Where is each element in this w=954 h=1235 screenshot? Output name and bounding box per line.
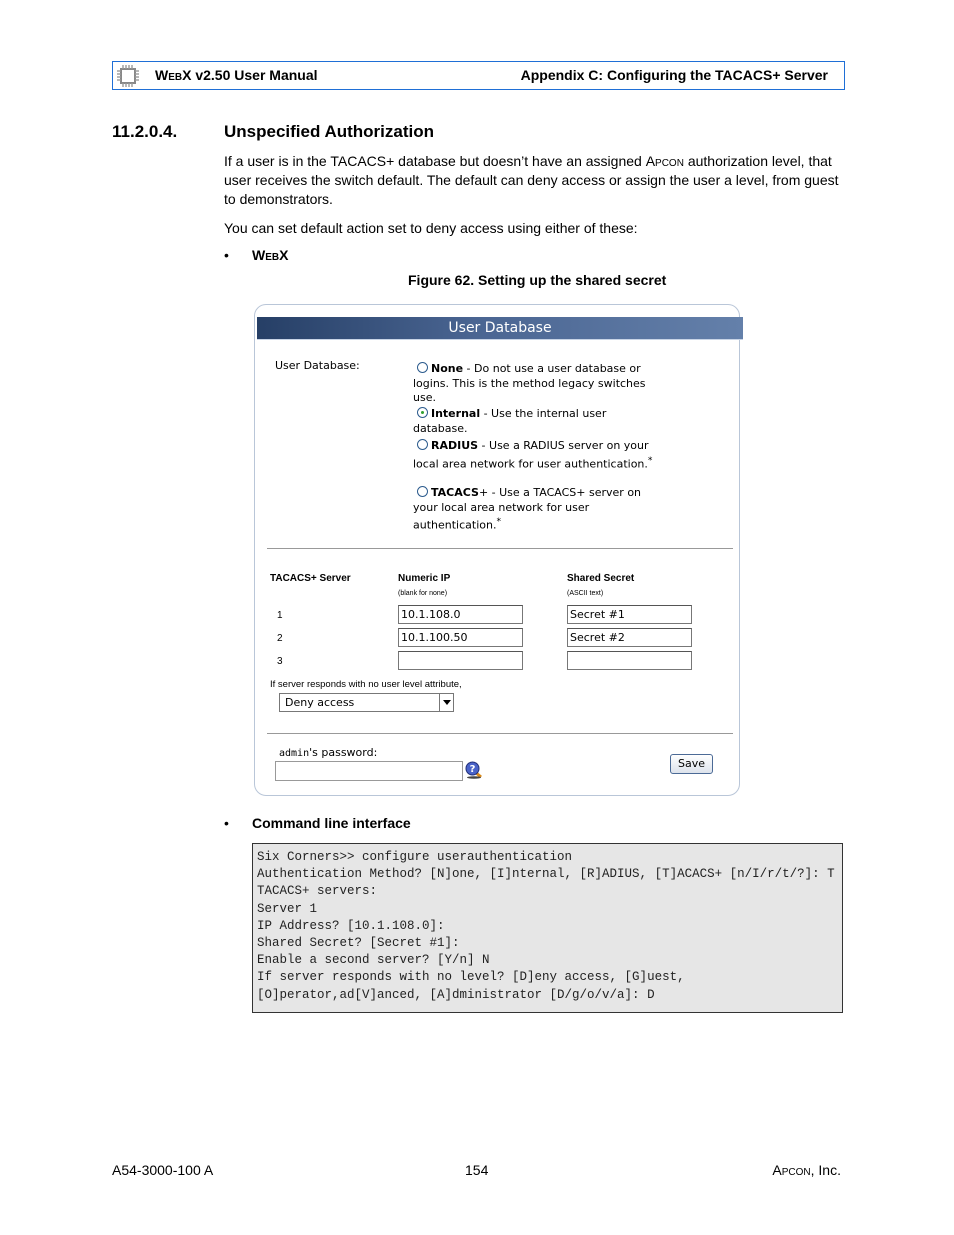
- option-radius[interactable]: RADIUS - Use a RADIUS server on your loc…: [413, 439, 653, 472]
- panel-title: User Database: [257, 317, 743, 340]
- admin-password-label: admin's password:: [279, 746, 378, 759]
- section-number: 11.2.0.4.: [112, 122, 178, 141]
- chevron-down-icon[interactable]: [439, 694, 453, 711]
- figure-caption: Figure 62. Setting up the shared secret: [408, 272, 667, 288]
- cli-line: Shared Secret? [Secret #1]:: [257, 936, 460, 951]
- col-hint-ip: (blank for none): [398, 590, 448, 597]
- cli-line: Enable a second server? [Y/n] N: [257, 953, 490, 968]
- admin-password-input[interactable]: [275, 761, 463, 781]
- company-name: Apcon, Inc.: [772, 1162, 841, 1178]
- doc-number: A54-3000-100 A: [112, 1162, 214, 1178]
- secret-field-3[interactable]: [567, 651, 692, 670]
- cli-line: Server 1: [257, 901, 318, 916]
- option-none[interactable]: None - Do not use a user database or log…: [413, 362, 653, 406]
- secret-field-1[interactable]: Secret #1: [567, 605, 692, 624]
- cli-output-block: Six Corners>> configure userauthenticati…: [252, 843, 843, 1013]
- server-row-number: 2: [277, 633, 283, 644]
- ip-field-2[interactable]: 10.1.100.50: [398, 628, 523, 647]
- user-database-panel: User Database User Database: None - Do n…: [254, 304, 743, 796]
- server-row-number: 3: [277, 656, 283, 667]
- bullet-marker: •: [224, 247, 229, 263]
- secret-field-2[interactable]: Secret #2: [567, 628, 692, 647]
- col-hint-secret: (ASCII text): [567, 590, 604, 597]
- ip-field-3[interactable]: [398, 651, 523, 670]
- manual-title: WebX v2.50 User Manual: [155, 67, 318, 83]
- save-button[interactable]: Save: [670, 754, 713, 774]
- page-header: WebX v2.50 User Manual Appendix C: Confi…: [112, 61, 845, 90]
- user-database-label: User Database:: [275, 359, 360, 372]
- cli-line: IP Address? [10.1.108.0]:: [257, 918, 445, 933]
- radio-internal[interactable]: [417, 407, 428, 418]
- radio-none[interactable]: [417, 362, 428, 373]
- cli-line: If server responds with no level? [D]eny…: [257, 970, 685, 985]
- chapter-title: Appendix C: Configuring the TACACS+ Serv…: [520, 67, 828, 83]
- bullet-webx: WebX: [252, 247, 289, 263]
- no-level-label: If server responds with no user level at…: [270, 679, 462, 690]
- section-title: Unspecified Authorization: [224, 122, 434, 141]
- col-header-ip: Numeric IP: [398, 573, 451, 584]
- option-tacacs[interactable]: TACACS+ - Use a TACACS+ server on your l…: [413, 486, 653, 533]
- cli-line: Authentication Method? [N]one, [I]nterna…: [257, 867, 835, 882]
- divider: [267, 548, 733, 549]
- help-magnifier-icon[interactable]: ?: [465, 761, 483, 779]
- option-internal[interactable]: Internal - Use the internal user databas…: [413, 407, 653, 436]
- cli-line: [O]perator,ad[V]anced, [A]dministrator […: [257, 987, 655, 1002]
- paragraph-options: You can set default action set to deny a…: [224, 220, 638, 236]
- cli-line: Six Corners>> configure userauthenticati…: [257, 850, 573, 864]
- col-header-secret: Shared Secret: [567, 573, 635, 584]
- col-header-server: TACACS+ Server: [270, 573, 351, 584]
- bullet-marker: •: [224, 815, 229, 831]
- radio-tacacs[interactable]: [417, 486, 428, 497]
- bullet-cli: Command line interface: [252, 815, 411, 831]
- chip-icon: [117, 65, 139, 87]
- svg-text:?: ?: [470, 764, 476, 775]
- radio-radius[interactable]: [417, 439, 428, 450]
- cli-line: TACACS+ servers:: [257, 884, 378, 899]
- divider: [267, 733, 733, 734]
- ip-field-1[interactable]: 10.1.108.0: [398, 605, 523, 624]
- paragraph-intro: If a user is in the TACACS+ database but…: [224, 153, 839, 207]
- no-level-select[interactable]: Deny access: [279, 693, 454, 712]
- page-number: 154: [465, 1162, 489, 1178]
- server-row-number: 1: [277, 610, 283, 621]
